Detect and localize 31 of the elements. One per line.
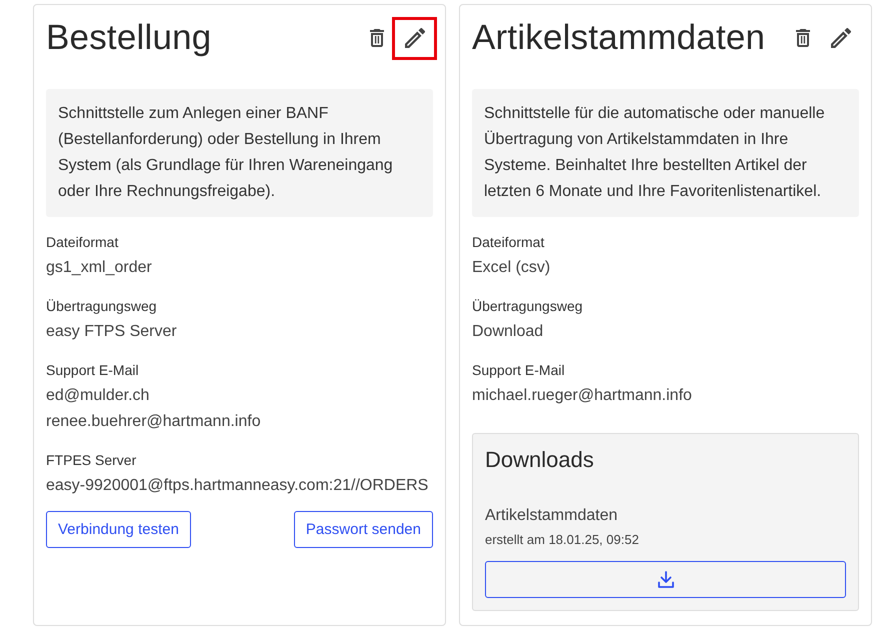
field-value: easy FTPS Server	[46, 322, 178, 342]
field-label: Dateiformat	[46, 233, 120, 252]
edit-button[interactable]	[392, 16, 437, 60]
downloads-title: Downloads	[485, 446, 595, 474]
field-value: gs1_xml_order	[46, 258, 153, 278]
file-date: erstellt am 18.01.25, 09:52	[485, 531, 640, 549]
description-text: Schnittstelle für die automatische oder manuelle Übertragung von Artikelstammdaten in Ihre Systeme. Beinhaltet Ihre bestellten Artikel der letzten 6 Monate und Ihre Favoritenlistenartikel.	[472, 89, 859, 217]
description-text: Schnittstelle zum Anlegen einer BANF (Bestellanforderung) oder Bestellung in Ihrem System (als Grundlage für Ihren Wareneingang oder Ihre Rechnungsfreigabe).	[46, 89, 433, 217]
trash-icon	[370, 29, 384, 47]
download-button[interactable]	[485, 561, 846, 598]
card-title: Bestellung	[46, 17, 212, 59]
action-button[interactable]: Verbindung testen	[46, 511, 191, 548]
card-title: Artikelstammdaten	[472, 17, 766, 59]
pencil-icon	[830, 28, 850, 48]
field-value: easy-9920001@ftps.hartmanneasy.com:21//ORDERS	[46, 476, 430, 496]
field-value: ed@mulder.ch	[46, 386, 150, 406]
field-label: Support E-Mail	[472, 361, 566, 380]
field-value: renee.buehrer@hartmann.info	[46, 412, 262, 432]
field-label: Dateiformat	[472, 233, 546, 252]
pencil-icon	[404, 28, 424, 48]
field-value: Excel (csv)	[472, 258, 552, 278]
field-value: michael.rueger@hartmann.info	[472, 386, 693, 406]
field-label: Übertragungsweg	[472, 297, 584, 316]
field-label: Support E-Mail	[46, 361, 140, 380]
field-label: Übertragungsweg	[46, 297, 158, 316]
trash-icon	[796, 29, 810, 47]
field-value: Download	[472, 322, 544, 342]
field-label: FTPES Server	[46, 451, 138, 470]
download-icon	[658, 571, 674, 588]
file-name: Artikelstammdaten	[485, 506, 618, 526]
action-button[interactable]: Passwort senden	[294, 511, 433, 548]
